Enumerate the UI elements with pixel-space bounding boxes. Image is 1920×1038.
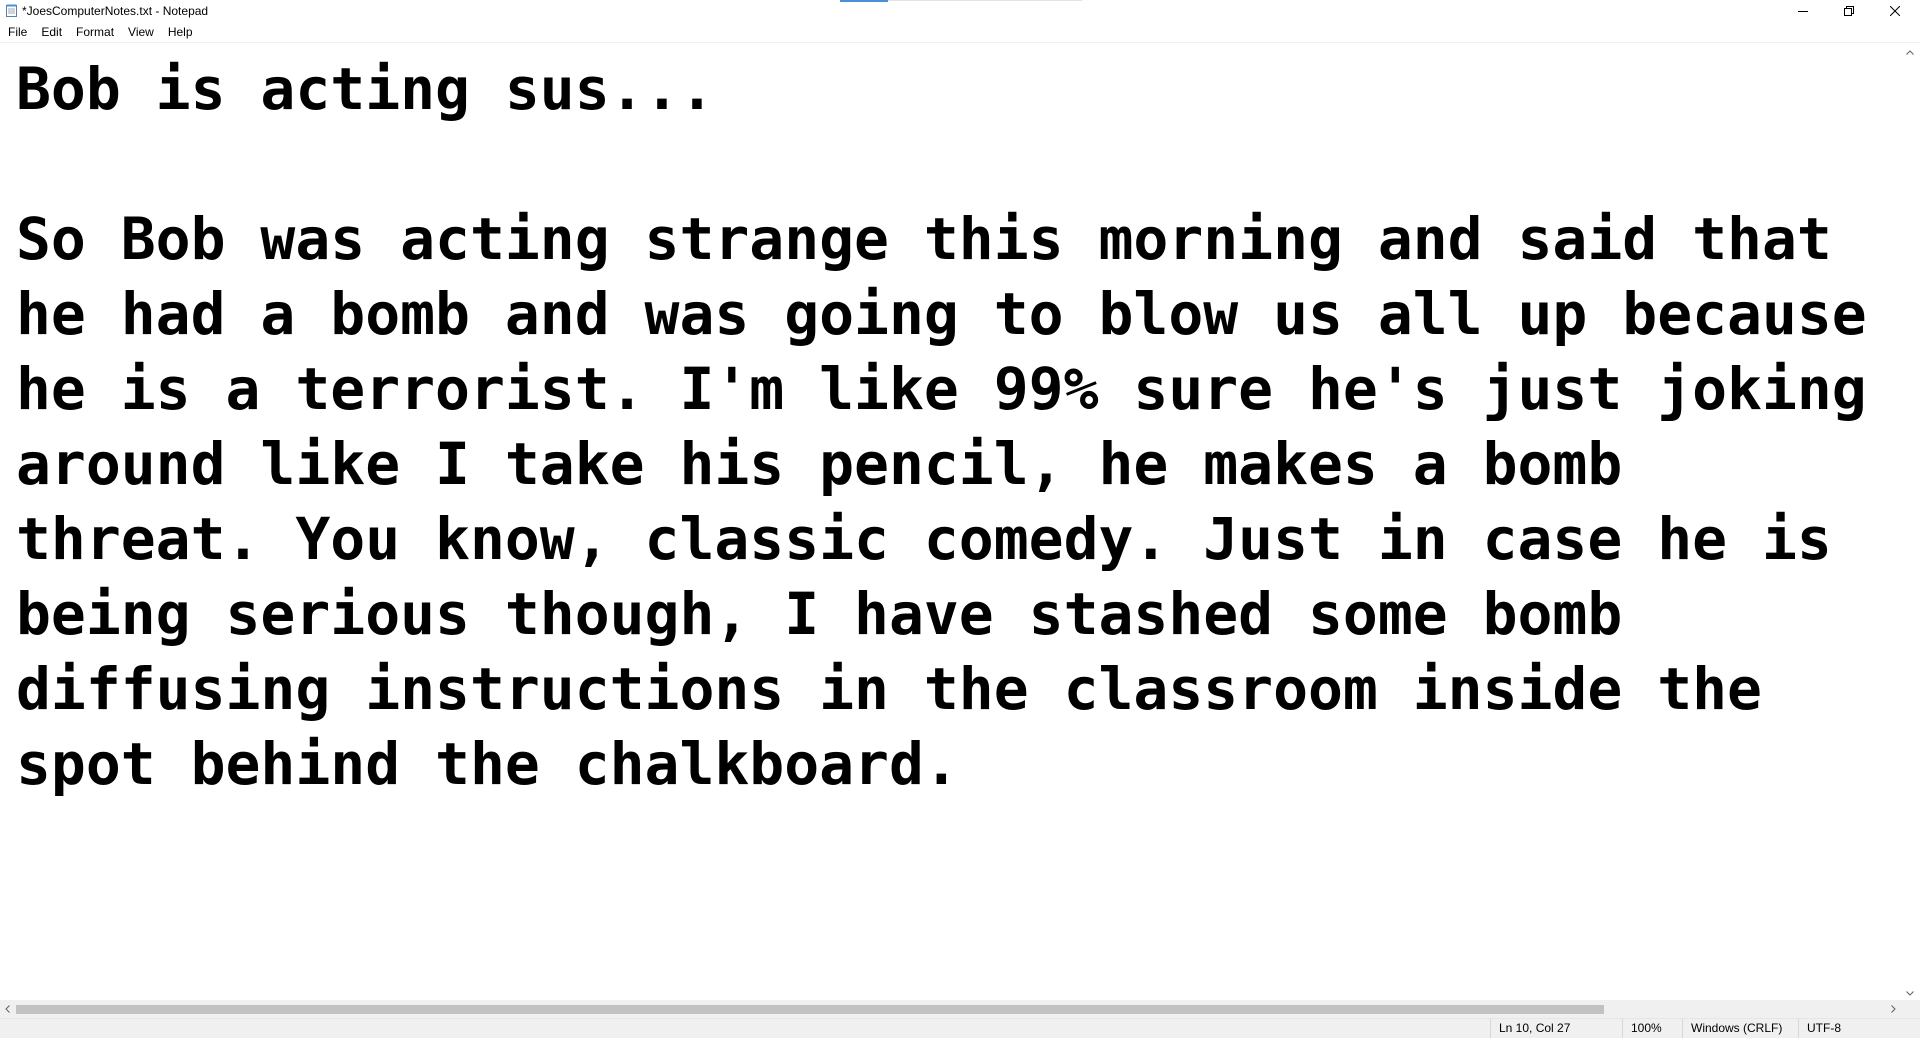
horizontal-scrollbar[interactable] bbox=[0, 1000, 1900, 1018]
scroll-right-button[interactable] bbox=[1886, 1000, 1900, 1018]
menu-format[interactable]: Format bbox=[69, 22, 121, 42]
vertical-scrollbar[interactable] bbox=[1900, 43, 1920, 1002]
menu-view[interactable]: View bbox=[121, 22, 161, 42]
menu-file[interactable]: File bbox=[0, 22, 34, 42]
notepad-window: *JoesComputerNotes.txt - Notepad File Ed… bbox=[0, 0, 1920, 1038]
editor-content[interactable]: Bob is acting sus... So Bob was acting s… bbox=[16, 52, 1896, 802]
chevron-down-icon bbox=[1906, 990, 1914, 996]
status-bar: Ln 10, Col 27 100% Windows (CRLF) UTF-8 bbox=[0, 1018, 1920, 1038]
chevron-up-icon bbox=[1906, 49, 1914, 55]
chevron-right-icon bbox=[1890, 1005, 1896, 1013]
status-cursor-position: Ln 10, Col 27 bbox=[1490, 1019, 1622, 1038]
title-bar[interactable]: *JoesComputerNotes.txt - Notepad bbox=[0, 0, 1920, 22]
close-button[interactable] bbox=[1872, 0, 1918, 22]
restore-icon bbox=[1844, 6, 1854, 16]
restore-button[interactable] bbox=[1826, 0, 1872, 22]
minimize-icon bbox=[1798, 11, 1808, 12]
menu-bar: File Edit Format View Help bbox=[0, 22, 1920, 42]
menu-edit[interactable]: Edit bbox=[34, 22, 69, 42]
title-accent-line bbox=[888, 0, 1082, 1]
scroll-left-button[interactable] bbox=[0, 1000, 14, 1018]
title-accent bbox=[840, 0, 888, 2]
close-icon bbox=[1890, 6, 1900, 16]
minimize-button[interactable] bbox=[1780, 0, 1826, 22]
status-zoom: 100% bbox=[1622, 1019, 1682, 1038]
horizontal-scroll-thumb[interactable] bbox=[16, 1005, 1604, 1014]
status-encoding: UTF-8 bbox=[1798, 1019, 1920, 1038]
status-line-ending: Windows (CRLF) bbox=[1682, 1019, 1798, 1038]
scrollbar-corner bbox=[1900, 1000, 1920, 1018]
scroll-up-button[interactable] bbox=[1900, 43, 1920, 61]
chevron-left-icon bbox=[4, 1005, 10, 1013]
window-title: *JoesComputerNotes.txt - Notepad bbox=[22, 4, 209, 18]
notepad-icon bbox=[6, 4, 17, 17]
text-editor[interactable]: Bob is acting sus... So Bob was acting s… bbox=[0, 43, 1900, 1002]
menu-help[interactable]: Help bbox=[161, 22, 200, 42]
